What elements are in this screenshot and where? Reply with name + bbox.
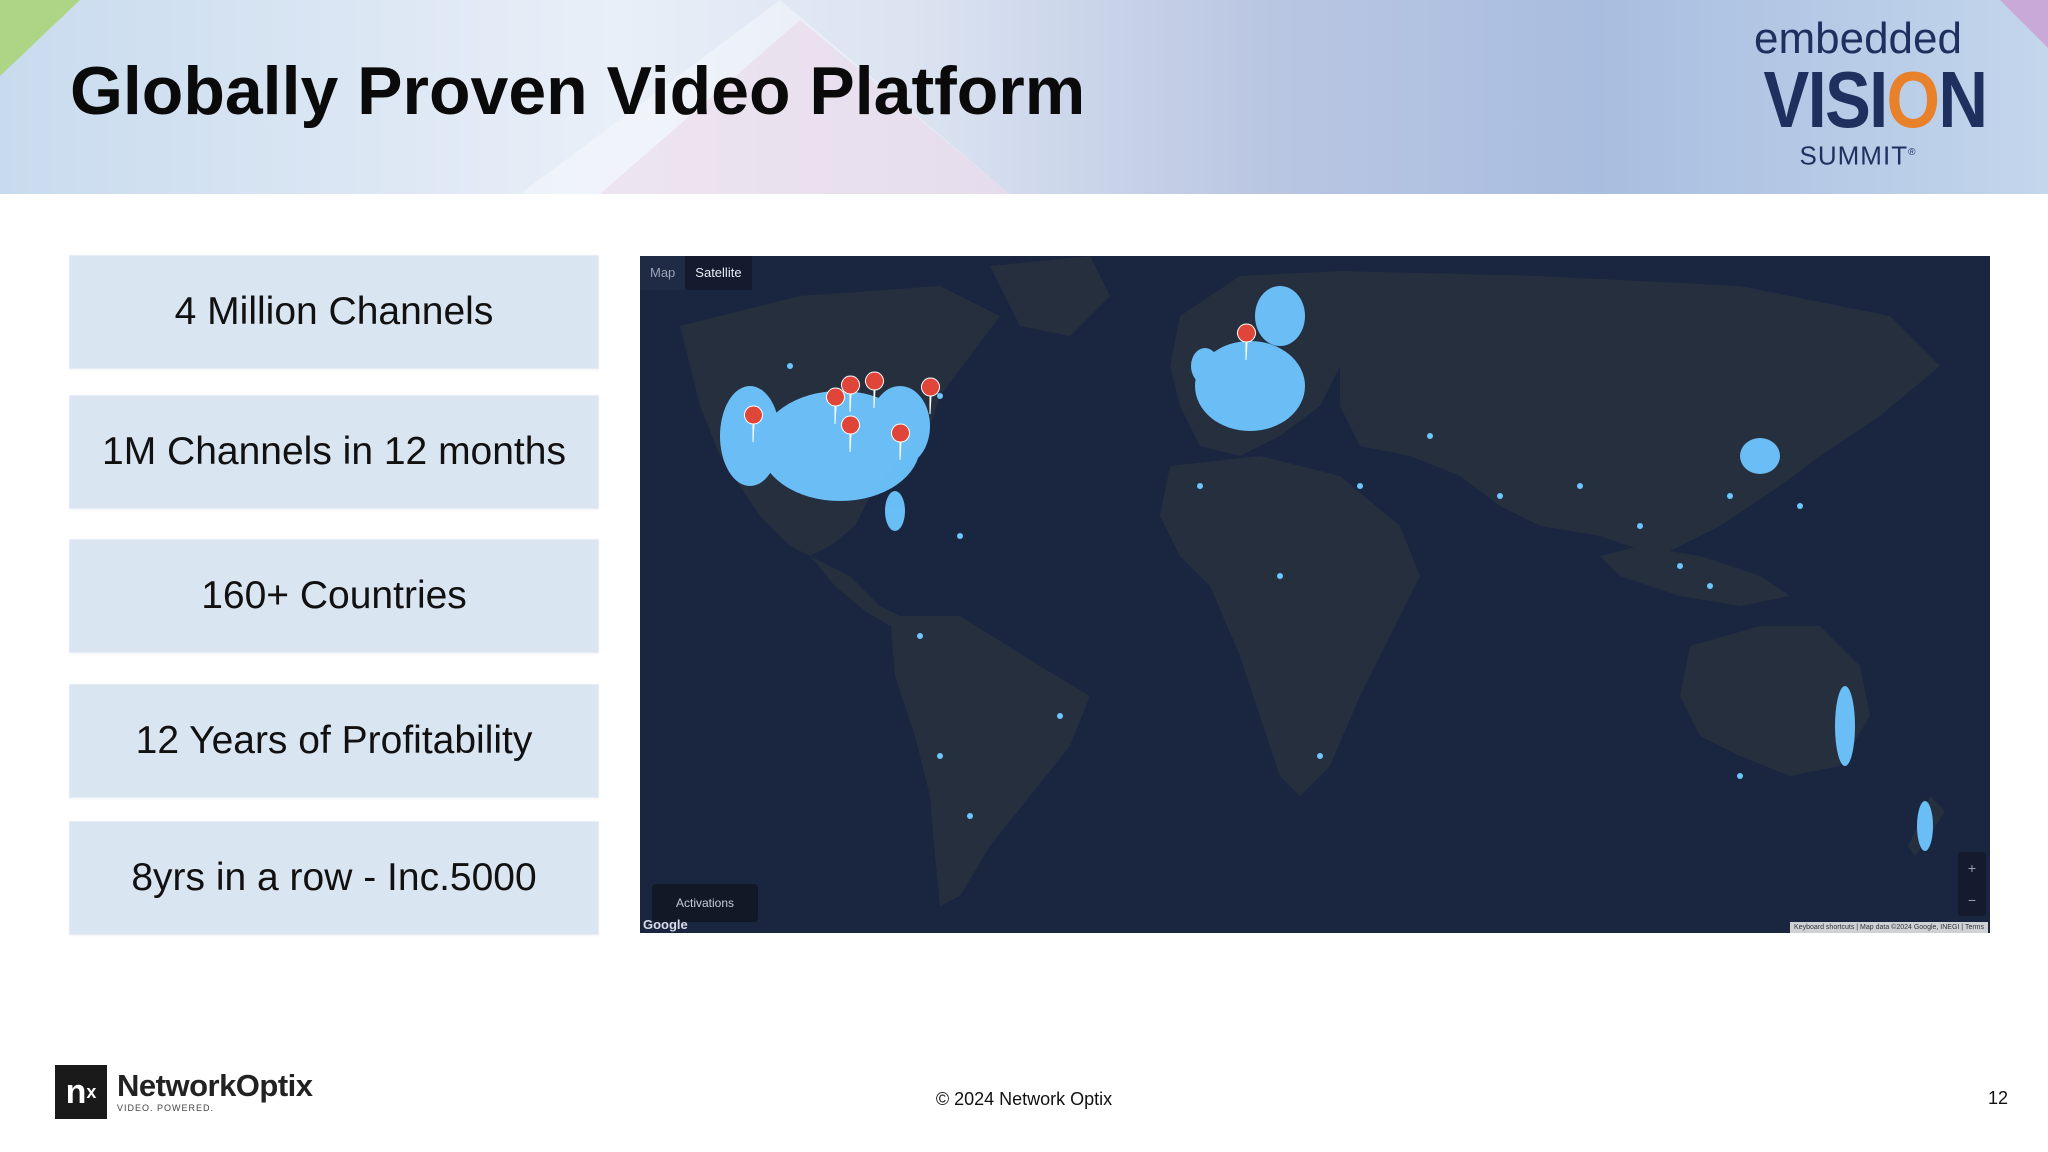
zoom-out-icon[interactable]: − xyxy=(1958,884,1986,916)
stat-box: 8yrs in a row - Inc.5000 xyxy=(69,821,599,935)
activation-dot xyxy=(1737,773,1743,779)
activation-dot xyxy=(1707,583,1713,589)
activation-dot xyxy=(937,393,943,399)
activation-dot xyxy=(1427,433,1433,439)
activation-dot xyxy=(1317,753,1323,759)
logo-line-2: VISION xyxy=(1763,60,1988,140)
copyright-text: © 2024 Network Optix xyxy=(935,1089,1113,1109)
south-america xyxy=(890,616,1090,906)
cluster-scandinavia xyxy=(1255,286,1305,346)
cluster-us-west xyxy=(720,386,780,486)
stat-box: 12 Years of Profitability xyxy=(69,684,599,798)
asia xyxy=(1340,271,1940,556)
activation-dot xyxy=(957,533,963,539)
greenland xyxy=(990,256,1110,336)
activation-dot xyxy=(1277,573,1283,579)
activation-dot xyxy=(1637,523,1643,529)
logo-registered-mark: ® xyxy=(1908,147,1917,158)
indonesia xyxy=(1600,546,1790,606)
embedded-vision-summit-logo: embedded VISION SUMMIT® xyxy=(1748,16,1988,176)
central-america xyxy=(810,556,900,626)
stat-box: 160+ Countries xyxy=(69,539,599,653)
tab-satellite[interactable]: Satellite xyxy=(685,256,752,290)
activation-dot xyxy=(1057,713,1063,719)
stat-box: 1M Channels in 12 months xyxy=(69,395,599,509)
header-banner: Globally Proven Video Platform embedded … xyxy=(0,0,2048,194)
cluster-uk xyxy=(1191,348,1219,384)
activation-dot xyxy=(917,633,923,639)
world-map[interactable]: Map Satellite Activations Google + − Key… xyxy=(640,256,1990,933)
activation-dot xyxy=(1577,483,1583,489)
tab-map[interactable]: Map xyxy=(640,256,686,290)
cluster-east-australia xyxy=(1835,686,1855,766)
logo-summit: SUMMIT xyxy=(1799,140,1909,171)
logo-line-2-post: N xyxy=(1938,55,1988,144)
cluster-new-zealand xyxy=(1917,801,1933,851)
activation-dot xyxy=(787,363,793,369)
activation-dot xyxy=(1357,483,1363,489)
page-title: Globally Proven Video Platform xyxy=(70,53,1086,129)
activation-dot xyxy=(1797,503,1803,509)
map-type-tabs: Map Satellite xyxy=(640,256,752,290)
page-number: 12 xyxy=(1987,1088,2008,1108)
activation-dot xyxy=(1677,563,1683,569)
activation-dot xyxy=(1197,483,1203,489)
logo-line-2-pre: VISI xyxy=(1763,55,1888,144)
activation-dot xyxy=(1727,493,1733,499)
activation-dot xyxy=(967,813,973,819)
map-attribution[interactable]: Keyboard shortcuts | Map data ©2024 Goog… xyxy=(1790,922,1988,933)
activation-dot xyxy=(937,753,943,759)
stat-box: 4 Million Channels xyxy=(69,255,599,369)
cluster-east-asia xyxy=(1740,438,1780,474)
continents xyxy=(680,256,1945,906)
logo-line-2-o: O xyxy=(1886,55,1941,144)
google-logo: Google xyxy=(643,917,688,932)
zoom-controls: + − xyxy=(1958,852,1986,916)
world-map-graphic xyxy=(680,256,1945,906)
africa xyxy=(1160,456,1420,796)
activation-dot xyxy=(1497,493,1503,499)
zoom-in-icon[interactable]: + xyxy=(1958,852,1986,884)
cluster-florida xyxy=(885,491,905,531)
